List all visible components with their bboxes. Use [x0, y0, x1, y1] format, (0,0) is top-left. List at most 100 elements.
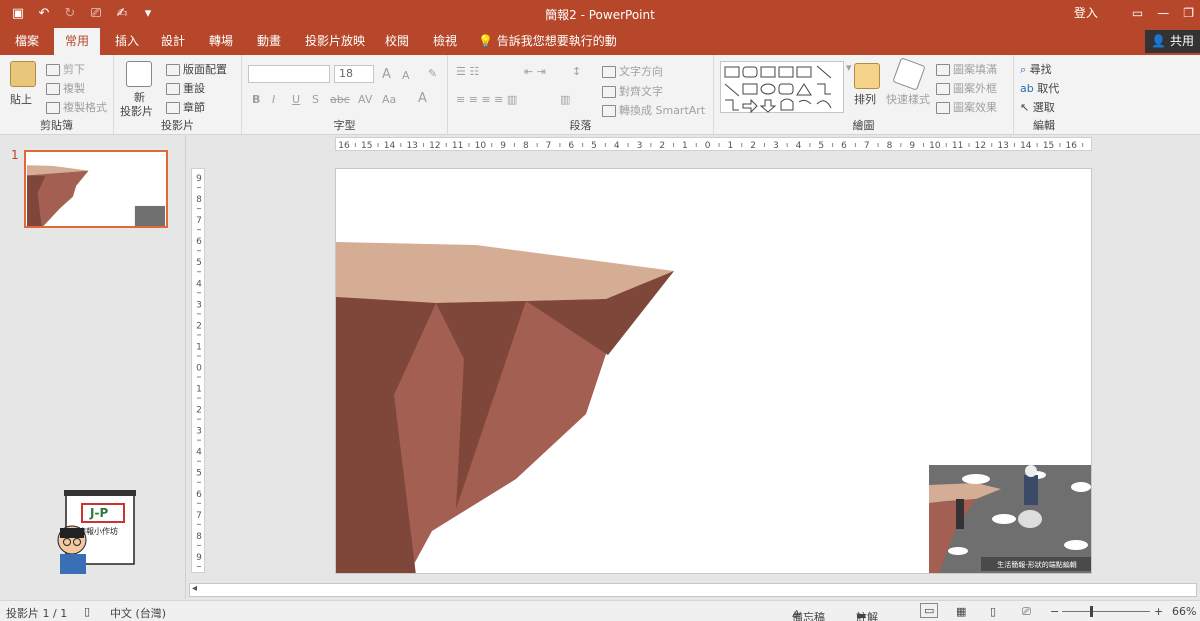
quick-styles-button[interactable]: 快速樣式 — [886, 91, 930, 107]
align-icons[interactable]: ≡ ≡ ≡ ≡ ▥ — [456, 93, 517, 106]
paragraph-group-label: 段落 — [569, 119, 592, 132]
ruler-label: 4 — [196, 279, 202, 289]
select-button[interactable]: ↖ 選取 — [1020, 99, 1055, 115]
change-case-button[interactable]: Aa — [382, 93, 396, 106]
section-button[interactable]: 章節 — [166, 99, 205, 115]
magnifier-icon: ⌕ — [1020, 63, 1030, 76]
text-direction-button[interactable]: 文字方向 — [602, 63, 663, 79]
char-spacing-button[interactable]: AV — [358, 93, 372, 106]
slide-canvas[interactable]: 生活簡報-形狀的端點編輯 — [335, 168, 1092, 574]
font-size-field[interactable]: 18 — [334, 65, 374, 83]
slide-thumbnail[interactable] — [24, 150, 168, 228]
shapes-gallery[interactable] — [720, 61, 844, 114]
tab-review[interactable]: 校閱 — [374, 28, 420, 55]
shadow-button[interactable]: S — [312, 93, 319, 106]
columns-icon[interactable]: ▥ — [560, 93, 570, 106]
quick-styles-icon[interactable] — [892, 57, 926, 91]
ruler-label: 10 — [475, 141, 487, 151]
slides-group-label: 投影片 — [161, 119, 194, 132]
ruler-label: 4 — [196, 448, 202, 458]
reset-button[interactable]: 重設 — [166, 80, 205, 96]
tab-design[interactable]: 設計 — [150, 28, 196, 55]
ruler-label: 8 — [196, 195, 202, 205]
format-painter-button[interactable]: 複製格式 — [46, 99, 107, 115]
align-text-icon — [602, 86, 616, 98]
slideshow-view-icon[interactable]: ⎚ — [1022, 605, 1031, 619]
strikethrough-button[interactable]: abc — [330, 93, 350, 106]
share-button[interactable]: 👤 共用 — [1145, 30, 1200, 53]
horizontal-scrollbar[interactable]: ◂ — [189, 583, 1197, 597]
ruler-label: 8 — [523, 141, 529, 151]
ruler-label: 4 — [614, 141, 620, 151]
slide-sorter-icon[interactable]: ▦ — [956, 605, 966, 618]
cut-button[interactable]: 剪下 — [46, 61, 85, 77]
restore-icon[interactable]: ❐ — [1183, 6, 1194, 20]
align-text-button[interactable]: 對齊文字 — [602, 83, 663, 99]
shape-outline-button[interactable]: 圖案外框 — [936, 80, 997, 96]
replace-button[interactable]: ab 取代 — [1020, 80, 1059, 96]
spellcheck-icon[interactable]: ▯ — [84, 605, 90, 618]
ruler-label: 11 — [952, 141, 963, 151]
shapes-more-icon[interactable]: ▾ — [846, 61, 852, 74]
shape-effects-button[interactable]: 圖案效果 — [936, 99, 997, 115]
find-label: 尋找 — [1029, 63, 1052, 76]
tab-view[interactable]: 檢視 — [422, 28, 468, 55]
zoom-in-icon[interactable]: + — [1154, 605, 1163, 618]
ruler-label: 2 — [750, 141, 756, 151]
shrink-font-button[interactable]: A — [402, 69, 410, 82]
slide-count: 投影片 1 / 1 — [6, 607, 68, 620]
zoom-out-icon[interactable]: − — [1050, 605, 1059, 618]
shape-fill-button[interactable]: 圖案填滿 — [936, 61, 997, 77]
paste-icon[interactable] — [10, 61, 36, 87]
lightbulb-icon: 💡 — [478, 34, 493, 48]
find-button[interactable]: ⌕ 尋找 — [1020, 61, 1052, 77]
normal-view-icon[interactable]: ▭ — [920, 603, 939, 618]
minimize-icon[interactable]: — — [1157, 6, 1169, 20]
window-title: 簡報2 - PowerPoint — [545, 8, 655, 22]
tab-slideshow[interactable]: 投影片放映 — [300, 28, 370, 55]
tab-insert[interactable]: 插入 — [104, 28, 150, 55]
tab-home[interactable]: 常用 — [54, 28, 100, 55]
arrange-icon[interactable] — [854, 63, 880, 89]
clear-format-icon[interactable]: ✎ — [428, 67, 437, 80]
ruler-label: 1 — [682, 141, 688, 151]
underline-button[interactable]: U — [292, 93, 300, 106]
reset-label: 重設 — [183, 82, 205, 95]
tab-animations[interactable]: 動畫 — [246, 28, 292, 55]
line-spacing-icon[interactable]: ↕ — [572, 65, 581, 78]
paste-button[interactable]: 貼上 — [10, 91, 32, 107]
font-name-field[interactable] — [248, 65, 330, 83]
tab-file[interactable]: 檔案 — [4, 28, 50, 55]
copy-button[interactable]: 複製 — [46, 80, 85, 96]
ruler-label: 6 — [568, 141, 574, 151]
ruler-label: 3 — [773, 141, 779, 151]
signin-link[interactable]: 登入 — [1074, 4, 1098, 21]
bold-button[interactable]: B — [252, 93, 260, 106]
tell-me-box[interactable]: 💡 告訴我您想要執行的動作 — [478, 28, 628, 75]
effects-icon — [936, 102, 950, 114]
scroll-left-icon[interactable]: ◂ — [192, 583, 197, 594]
ribbon-display-icon[interactable]: ▭ — [1132, 6, 1143, 20]
grow-font-button[interactable]: A — [382, 67, 391, 82]
ruler-label: 7 — [546, 141, 552, 151]
zoom-thumb[interactable] — [1090, 606, 1093, 617]
language[interactable]: 中文 (台灣) — [110, 605, 166, 621]
font-color-button[interactable]: A — [418, 91, 427, 106]
indent-icon[interactable]: ⇤ ⇥ — [524, 65, 546, 78]
clipboard-group: 貼上 剪下 複製 複製格式 剪貼簿 — [0, 55, 114, 135]
status-bar: 投影片 1 / 1 ▯ 中文 (台灣) ≙ 備忘稿 ▬ 註解 ▭ ▦ ▯ ⎚ −… — [0, 600, 1200, 621]
reading-view-icon[interactable]: ▯ — [990, 605, 996, 618]
arrange-button[interactable]: 排列 — [854, 91, 876, 107]
italic-button[interactable]: I — [272, 93, 275, 106]
ruler-label: 7 — [196, 216, 202, 226]
new-slide-icon[interactable] — [126, 61, 152, 87]
tab-transitions[interactable]: 轉場 — [198, 28, 244, 55]
smartart-button[interactable]: 轉換成 SmartArt — [602, 102, 705, 118]
horizontal-ruler: 16 15 14 13 12 11 10 9 8 7 6 5 4 3 2 1 0 1 2 3 4 5 6 7 8 9 10 11 12 1… — [335, 137, 1092, 151]
bullets-icon[interactable]: ☰ ☷ — [456, 65, 479, 78]
ribbon: 貼上 剪下 複製 複製格式 剪貼簿 新 投影片 版面配置 重設 章節 投影片 1… — [0, 55, 1200, 135]
zoom-slider[interactable] — [1062, 611, 1150, 612]
layout-button[interactable]: 版面配置 — [166, 61, 227, 77]
ruler-label: 11 — [452, 141, 463, 151]
zoom-level[interactable]: 66% — [1172, 605, 1196, 618]
